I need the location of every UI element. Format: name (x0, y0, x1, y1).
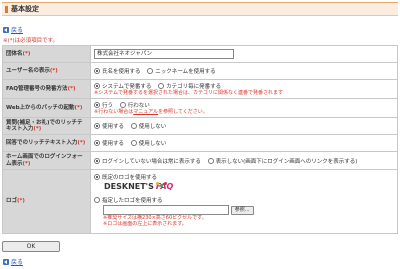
logo-file-input[interactable] (103, 205, 229, 215)
username-fullname-option[interactable]: 氏名を使用する (94, 67, 141, 75)
label-faq-numbering: FAQ管理番号の発番方法(*) (2, 79, 91, 99)
login-form-show-option[interactable]: ログインしていない場合は常に表示する (94, 157, 201, 165)
back-link-text[interactable]: 戻る (11, 27, 23, 34)
row-faq-numbering: FAQ管理番号の発番方法(*) システムで発番する カテゴリ毎に発番する ※シス… (2, 79, 398, 99)
label-login-form: ホーム画面でのログインフォーム表示(*) (2, 151, 91, 170)
radio-unchecked-icon[interactable] (130, 123, 137, 129)
row-company: 団体名(*) 株式会社ネオジャパン (2, 45, 398, 63)
richtext-answer-nouse-option[interactable]: 使用しない (130, 139, 166, 147)
radio-checked-icon[interactable] (94, 123, 100, 129)
label-username: ユーザー名の表示(*) (2, 62, 91, 80)
logo-note-position: ※ロゴは画面の左上に表示されます。 (103, 221, 187, 227)
ok-button[interactable]: OK (2, 241, 60, 252)
logo-default-option[interactable]: 既定のロゴを使用する (94, 173, 157, 181)
row-patch: Web上からのパッチの起動(*) 行う 行わない ※行わない場合はマニュアルを参… (2, 98, 398, 118)
back-arrow-icon (3, 259, 9, 265)
default-logo-image: DESKNET'S FAQ (104, 182, 174, 191)
logo-dot-green (160, 184, 163, 187)
label-richtext-question: 質問(補足・お礼)でのリッチテキスト入力(*) (2, 117, 91, 135)
settings-form: 団体名(*) 株式会社ネオジャパン ユーザー名の表示(*) 氏名を使用する ニッ… (2, 45, 398, 234)
patch-enable-option[interactable]: 行う (94, 101, 113, 109)
page-header: 基本設定 (2, 2, 398, 16)
browse-button[interactable]: 参照... (230, 205, 254, 215)
radio-checked-icon[interactable] (94, 68, 100, 74)
richtext-answer-use-option[interactable]: 使用する (94, 139, 124, 147)
radio-checked-icon[interactable] (94, 140, 100, 146)
radio-checked-icon[interactable] (94, 83, 100, 89)
logo-dot-pink (164, 182, 167, 185)
radio-unchecked-icon[interactable] (119, 102, 126, 108)
row-username: ユーザー名の表示(*) 氏名を使用する ニックネームを使用する (2, 62, 398, 80)
page-title: 基本設定 (11, 5, 39, 13)
manual-link[interactable]: マニュアル (133, 109, 158, 115)
label-richtext-answer: 回答でのリッチテキスト入力(*) (2, 134, 91, 152)
radio-unchecked-icon[interactable] (147, 68, 154, 74)
username-nickname-option[interactable]: ニックネームを使用する (147, 67, 216, 75)
back-link-text[interactable]: 戻る (11, 259, 23, 266)
label-logo: ロゴ(*) (2, 169, 91, 234)
radio-checked-icon[interactable] (94, 102, 100, 108)
label-company: 団体名(*) (2, 45, 91, 63)
login-form-hide-option[interactable]: 表示しない(画面下にログイン画面へのリンクを表示する) (207, 157, 357, 165)
faq-category-option[interactable]: カテゴリ毎に発番する (158, 82, 221, 90)
radio-unchecked-icon[interactable] (158, 83, 165, 89)
faq-note: ※システムで発番するを選択された場合は、カテゴリに関係なく連番で発番されます (94, 90, 284, 96)
row-richtext-answer: 回答でのリッチテキスト入力(*) 使用する 使用しない (2, 134, 398, 152)
logo-custom-option[interactable]: 指定したロゴを使用する (94, 196, 163, 204)
row-logo: ロゴ(*) 既定のロゴを使用する DESKNET'S FAQ 指定したロゴを使用す… (2, 169, 398, 234)
row-login-form: ホーム画面でのログインフォーム表示(*) ログインしていない場合は常に表示する … (2, 151, 398, 170)
radio-unchecked-icon[interactable] (94, 197, 100, 203)
radio-checked-icon[interactable] (94, 174, 100, 180)
back-arrow-icon (3, 27, 9, 33)
logo-dot-yellow (156, 182, 159, 185)
back-link-top[interactable]: 戻る (3, 27, 23, 35)
row-richtext-question: 質問(補足・お礼)でのリッチテキスト入力(*) 使用する 使用しない (2, 117, 398, 135)
radio-checked-icon[interactable] (94, 157, 100, 164)
faq-system-option[interactable]: システムで発番する (94, 82, 151, 90)
header-accent-mark (5, 6, 8, 13)
patch-disable-option[interactable]: 行わない (119, 101, 150, 109)
company-name-input[interactable]: 株式会社ネオジャパン (94, 49, 234, 59)
back-link-bottom[interactable]: 戻る (3, 259, 23, 267)
label-patch: Web上からのパッチの起動(*) (2, 98, 91, 118)
radio-unchecked-icon[interactable] (207, 157, 214, 164)
patch-note: ※行わない場合はマニュアルを参照してください。 (94, 109, 208, 115)
richtext-question-nouse-option[interactable]: 使用しない (130, 122, 166, 130)
richtext-question-use-option[interactable]: 使用する (94, 122, 124, 130)
radio-unchecked-icon[interactable] (130, 140, 137, 146)
required-note: ※(*)は必須項目です。 (3, 38, 59, 44)
